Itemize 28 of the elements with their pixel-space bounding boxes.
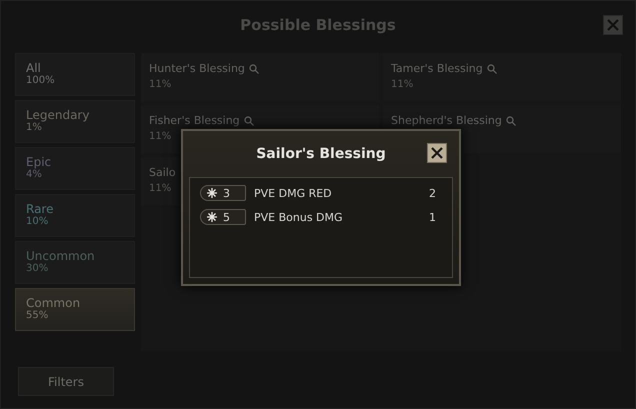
- blessing-chance: 11%: [149, 183, 172, 194]
- tier-number: 5: [223, 210, 230, 224]
- rarity-name: Epic: [26, 155, 52, 169]
- rarity-name: All: [26, 61, 42, 75]
- blessing-name: Shepherd's Blessing: [391, 114, 502, 127]
- tier-number: 3: [223, 186, 230, 200]
- effect-name: PVE Bonus DMG: [254, 210, 344, 224]
- blessing-name: Hunter's Blessing: [149, 62, 245, 75]
- rarity-name: Legendary: [26, 108, 90, 122]
- blessing-chance: 11%: [149, 79, 172, 90]
- dialog-title: Sailor's Blessing: [256, 146, 386, 162]
- blessing-chance: 11%: [391, 79, 414, 90]
- blessing-chance: 11%: [149, 131, 172, 142]
- rarity-chance: 55%: [26, 310, 50, 322]
- blessing-name: Tamer's Blessing: [391, 62, 483, 75]
- effect-value: 1: [429, 210, 436, 224]
- rarity-chance: 4%: [26, 169, 43, 181]
- rarity-chance: 100%: [26, 75, 56, 87]
- effect-name: PVE DMG RED: [254, 186, 333, 200]
- rarity-chance: 10%: [26, 216, 50, 228]
- rarity-chance: 30%: [26, 263, 50, 275]
- effect-value: 2: [429, 186, 436, 200]
- blessing-name: Sailo: [149, 166, 176, 179]
- rarity-chance: 1%: [26, 122, 43, 134]
- rarity-name: Uncommon: [26, 249, 96, 263]
- rarity-name: Common: [26, 296, 82, 310]
- rarity-name: Rare: [26, 202, 54, 216]
- blessing-name: Fisher's Blessing: [149, 114, 240, 127]
